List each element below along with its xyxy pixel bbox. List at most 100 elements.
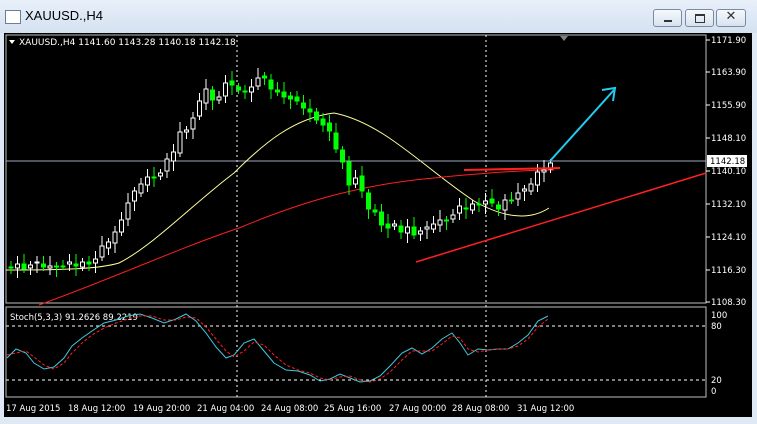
stoch-level-label: 20 [711,376,722,386]
maximize-button[interactable] [685,9,714,27]
chart-window: XAUUSD.,H4 ✕ XAUUSD.,H4 1141.60 1143.28 … [0,0,757,424]
candle-body [60,265,66,268]
time-label: 21 Aug 04:00 [197,404,254,414]
candle-body [496,204,501,210]
close-icon: ✕ [725,9,737,24]
candle-body [99,245,105,258]
stoch-level-label: 0 [711,387,716,397]
candle-body [346,161,352,186]
candle-body [177,131,183,154]
candle-body [444,219,449,222]
chart-window-icon [5,10,21,24]
candle-body [502,199,508,211]
candle-body [509,199,514,202]
candle-body [327,122,332,132]
candle-body [411,226,417,236]
candle-body [34,261,40,264]
candle-body [190,117,196,130]
candle-body [268,79,274,90]
price-chart[interactable]: XAUUSD.,H4 1141.60 1143.28 1140.18 1142.… [4,33,752,417]
candle-body [73,263,79,267]
candle-body [8,266,14,269]
price-tick: 1155.90 [711,101,746,111]
candle-body [132,190,137,202]
candle-body [405,226,410,234]
candle-body [275,89,280,93]
header-dropdown-icon[interactable] [9,40,15,44]
candle-body [379,211,384,226]
candle-body [515,192,521,200]
time-axis: 17 Aug 2015 18 Aug 12:00 19 Aug 20:00 21… [6,404,574,414]
minimize-button[interactable] [653,9,682,27]
time-label: 27 Aug 00:00 [389,404,446,414]
candle-body [522,188,527,192]
candle-body [366,192,371,210]
candle-body [164,158,170,172]
candle-body [353,177,358,185]
price-tick: 1171.90 [711,36,746,46]
price-tick: 1116.30 [711,266,746,276]
candle-body [535,171,540,186]
chart-canvas[interactable]: XAUUSD.,H4 1141.60 1143.28 1140.18 1142.… [4,33,752,417]
candle-body [294,96,300,102]
candle-body [210,89,215,101]
candle-body [541,169,547,173]
candle-body [288,95,293,100]
candle-body [145,176,150,186]
symbol-info: XAUUSD.,H4 1141.60 1143.28 1140.18 1142.… [19,38,236,48]
candle-body [249,86,254,93]
time-label: 25 Aug 16:00 [324,404,381,414]
candle-body [281,91,287,98]
candle-body [333,132,339,150]
price-tick: 1124.10 [711,233,746,243]
price-tick: 1140.10 [711,167,746,177]
candle-body [483,200,488,205]
candle-body [470,203,475,211]
candle-body [424,226,430,230]
time-label: 18 Aug 12:00 [68,404,125,414]
price-tick: 1132.10 [711,200,746,210]
chart-shift-marker-icon[interactable] [560,36,568,41]
candle-body [255,77,261,87]
candle-body [242,90,248,93]
candle-body [431,223,436,230]
candle-body [197,100,202,117]
stoch-level-label: 80 [711,322,722,332]
candle-body [359,175,365,192]
candle-body [28,264,33,269]
candle-body [151,176,157,179]
time-label: 31 Aug 12:00 [517,404,574,414]
candle-body [112,231,118,244]
candle-body [15,263,20,269]
title-bar[interactable]: XAUUSD.,H4 ✕ [0,0,757,33]
candle-body [340,149,345,163]
candle-body [41,263,46,268]
candle-body [158,172,163,177]
candle-body [93,258,98,264]
candle-body [307,108,313,113]
candle-body [398,225,404,233]
candle-body [236,86,241,91]
candle-body [86,261,92,265]
stoch-level-label: 100 [711,311,727,321]
close-button[interactable]: ✕ [716,9,746,27]
candle-body [106,241,111,249]
price-tick: 1108.30 [711,298,746,308]
candle-body [47,265,53,269]
candle-body [476,203,482,206]
candle-body [437,219,443,226]
time-label: 24 Aug 08:00 [261,404,318,414]
main-pane-border [5,34,707,304]
candle-body [21,263,27,270]
candle-body [457,205,462,214]
current-price-label: 1142.18 [710,157,745,167]
candle-body [301,102,306,109]
trend-arrow-line[interactable] [549,89,615,162]
candle-body [203,88,209,104]
time-label: 28 Aug 08:00 [452,404,509,414]
stoch-label: Stoch(5,3,3) 91.2626 89.2219 [10,313,138,323]
candle-body [54,265,59,268]
candle-body [119,219,124,233]
candle-body [528,183,534,192]
candle-body [314,111,319,121]
